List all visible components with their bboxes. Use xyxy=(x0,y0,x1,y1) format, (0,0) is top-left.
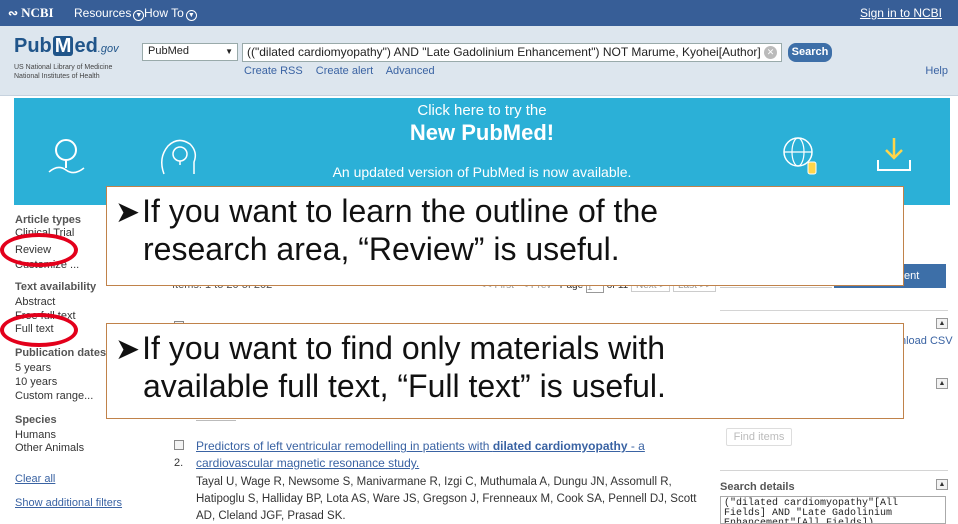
filter-abstract[interactable]: Abstract xyxy=(15,296,55,308)
resources-menu[interactable]: Resources ▼ xyxy=(74,6,145,21)
pubmed-wordmark: Pub Med.gov xyxy=(14,36,134,59)
dropdown-arrow-icon: ▼ xyxy=(225,47,233,56)
article-types-heading: Article types xyxy=(15,214,82,226)
filter-custom-range[interactable]: Custom range... xyxy=(15,390,93,402)
filter-5-years[interactable]: 5 years xyxy=(15,362,51,374)
database-selected: PubMed xyxy=(148,45,189,57)
logo-gov: .gov xyxy=(97,43,119,55)
magnifier-icon xyxy=(48,139,85,174)
review-callout-text1: If you want to learn the outline of the xyxy=(142,193,659,229)
search-sublinks: Create RSS Create alert Advanced xyxy=(244,65,445,77)
find-items-button[interactable]: Find items xyxy=(726,428,792,446)
result-2-title-bold: dilated cardiomyopathy xyxy=(492,439,628,453)
filter-other-animals[interactable]: Other Animals xyxy=(15,442,84,454)
show-additional-filters-link[interactable]: Show additional filters xyxy=(15,497,122,509)
full-text-callout-text1: If you want to find only materials with xyxy=(142,330,666,366)
ncbi-topbar: ∾ NCBI Resources ▼ How To ▼ Sign in to NCBI xyxy=(0,0,958,26)
globe-icon xyxy=(783,137,817,175)
result-2-checkbox[interactable] xyxy=(174,440,184,450)
search-details-heading: Search details xyxy=(720,481,795,493)
clear-search-icon[interactable]: ✕ xyxy=(764,46,777,59)
logo-subtitle-nih: National Institutes of Health xyxy=(14,73,100,80)
review-highlight-oval xyxy=(0,233,78,267)
help-link[interactable]: Help xyxy=(925,65,948,77)
arrow-bullet-icon: ➤ xyxy=(115,196,141,229)
logo-pub: Pub xyxy=(14,35,52,57)
database-select[interactable]: PubMed ▼ xyxy=(142,43,238,61)
right-divider-1 xyxy=(720,310,948,311)
clear-all-link[interactable]: Clear all xyxy=(15,473,55,485)
review-callout-line1: ➤If you want to learn the outline of the xyxy=(115,193,903,231)
search-button[interactable]: Search xyxy=(788,43,832,62)
logo-subtitle-nlm: US National Library of Medicine xyxy=(14,64,113,71)
filter-humans[interactable]: Humans xyxy=(15,429,56,441)
review-callout-line2: research area, “Review” is useful. xyxy=(143,231,620,267)
howto-menu[interactable]: How To ▼ xyxy=(144,6,197,21)
create-alert-link[interactable]: Create alert xyxy=(316,65,373,77)
chevron-down-icon: ▼ xyxy=(185,10,197,21)
full-text-callout-line1: ➤If you want to find only materials with xyxy=(115,330,903,368)
download-tray-icon xyxy=(877,138,911,171)
pubmed-logo[interactable]: Pub Med.gov US National Library of Medici… xyxy=(14,36,134,81)
full-text-highlight-oval xyxy=(0,313,78,347)
filter-10-years[interactable]: 10 years xyxy=(15,376,57,388)
collapse-up-icon[interactable]: ▲ xyxy=(936,318,948,329)
result-1-stub xyxy=(196,420,236,424)
signin-link[interactable]: Sign in to NCBI xyxy=(860,6,942,20)
full-text-callout: ➤If you want to find only materials with… xyxy=(106,323,904,419)
search-details-textarea[interactable]: ("dilated cardiomyopathy"[All Fields] AN… xyxy=(720,496,946,524)
logo-ed: ed xyxy=(74,35,98,57)
review-callout: ➤If you want to learn the outline of the… xyxy=(106,186,904,286)
result-2-title[interactable]: Predictors of left ventricular remodelli… xyxy=(196,438,716,472)
arrow-bullet-icon: ➤ xyxy=(115,333,141,366)
text-availability-heading: Text availability xyxy=(15,281,97,293)
logo-m: M xyxy=(52,35,74,57)
collapse-up-icon[interactable]: ▲ xyxy=(936,479,948,490)
ncbi-helix-icon: ∾ xyxy=(8,6,19,20)
ncbi-logo-text: NCBI xyxy=(21,5,54,20)
chevron-down-icon: ▼ xyxy=(133,10,145,21)
full-text-callout-line2: available full text, “Full text” is usef… xyxy=(143,368,666,404)
collapse-up-icon[interactable]: ▲ xyxy=(936,378,948,389)
howto-label: How To xyxy=(144,6,184,20)
lightbulb-head-icon xyxy=(161,139,197,175)
pubmed-header: Pub Med.gov US National Library of Medici… xyxy=(0,26,958,96)
advanced-link[interactable]: Advanced xyxy=(386,65,435,77)
resources-label: Resources xyxy=(74,6,132,20)
species-heading: Species xyxy=(15,414,57,426)
result-2-authors: Tayal U, Wage R, Newsome S, Manivarmane … xyxy=(196,476,697,522)
create-rss-link[interactable]: Create RSS xyxy=(244,65,303,77)
right-divider-2 xyxy=(720,470,948,471)
search-input[interactable]: (("dilated cardiomyopathy") AND "Late Ga… xyxy=(242,43,782,62)
banner-line1: Click here to try the xyxy=(417,102,547,119)
download-csv-link[interactable]: nload CSV xyxy=(900,335,953,347)
result-2-number: 2. xyxy=(174,457,184,469)
ncbi-logo[interactable]: ∾ NCBI xyxy=(8,5,54,21)
publication-dates-heading: Publication dates xyxy=(15,347,107,359)
result-2-title-pre: Predictors of left ventricular remodelli… xyxy=(196,439,493,453)
